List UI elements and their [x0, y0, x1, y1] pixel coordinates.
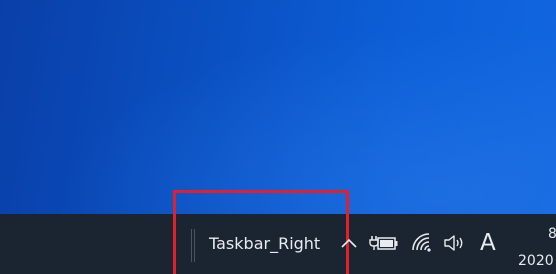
clock-date: 2020 — [518, 253, 554, 269]
screen: Taskbar_Right A 8 2020 — [0, 0, 556, 274]
system-clock[interactable]: 8 2020 — [518, 221, 556, 274]
taskbar-toolbar-label[interactable]: Taskbar_Right — [209, 234, 320, 254]
toolbar-grip-handle[interactable] — [191, 229, 195, 262]
volume-icon[interactable] — [443, 233, 467, 253]
clock-time: 8 — [548, 226, 556, 242]
chevron-up-icon[interactable] — [340, 236, 358, 250]
input-method-indicator[interactable]: A — [480, 229, 496, 257]
wifi-icon[interactable] — [410, 231, 434, 253]
battery-charging-icon[interactable] — [369, 233, 399, 253]
desktop-wallpaper[interactable] — [0, 0, 556, 214]
